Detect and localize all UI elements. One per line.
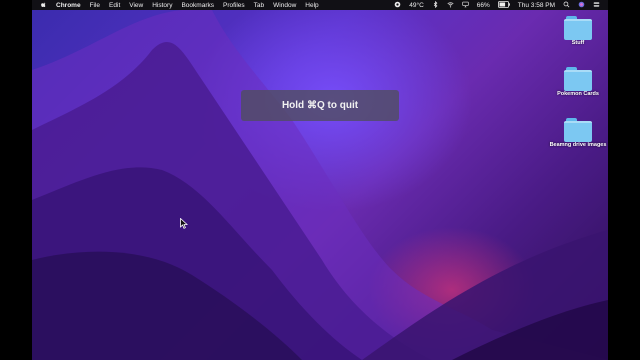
wallpaper-layers	[32, 10, 608, 360]
apple-icon[interactable]	[40, 1, 47, 10]
quit-hud-message: Hold ⌘Q to quit	[281, 100, 359, 111]
menu-view[interactable]: View	[129, 2, 143, 9]
status-circle-icon[interactable]	[394, 1, 401, 10]
menu-tab[interactable]: Tab	[254, 2, 264, 9]
letterbox-left	[0, 0, 32, 360]
folder-icon	[564, 16, 592, 40]
siri-icon[interactable]	[578, 1, 585, 10]
folder-icon	[564, 67, 592, 91]
clock[interactable]: Thu 3:58 PM	[518, 2, 555, 9]
desktop-folder-beamng-drive-images[interactable]: Beamng drive images	[546, 118, 610, 149]
menu-app-name[interactable]: Chrome	[56, 2, 81, 9]
control-center-icon[interactable]	[593, 1, 600, 10]
letterbox-right	[608, 0, 640, 360]
desktop-folder-label: Pokemon Cards	[557, 91, 599, 97]
menu-edit[interactable]: Edit	[109, 2, 120, 9]
bluetooth-icon[interactable]	[432, 0, 439, 10]
desktop-folder-pokemon-cards[interactable]: Pokemon Cards	[546, 67, 610, 98]
menu-bar: Chrome File Edit View History Bookmarks …	[32, 0, 608, 10]
screen: Chrome File Edit View History Bookmarks …	[0, 0, 640, 360]
folder-icon	[564, 118, 592, 142]
menu-history[interactable]: History	[152, 2, 172, 9]
airplay-icon[interactable]	[462, 1, 469, 10]
quit-hud: Hold ⌘Q to quit	[241, 90, 399, 121]
menu-file[interactable]: File	[90, 2, 100, 9]
desktop-wallpaper	[32, 10, 608, 360]
desktop-folder-stuff[interactable]: Stuff	[546, 16, 610, 47]
battery-percentage[interactable]: 66%	[477, 2, 490, 9]
menu-help[interactable]: Help	[305, 2, 318, 9]
menu-profiles[interactable]: Profiles	[223, 2, 245, 9]
desktop-folder-label: Stuff	[571, 40, 585, 46]
menu-bookmarks[interactable]: Bookmarks	[181, 2, 214, 9]
temperature-readout[interactable]: 49°C	[409, 2, 424, 9]
wifi-icon[interactable]	[447, 1, 454, 10]
menu-window[interactable]: Window	[273, 2, 296, 9]
battery-icon[interactable]	[497, 0, 510, 10]
mouse-cursor-icon	[180, 216, 189, 234]
search-icon[interactable]	[563, 1, 570, 10]
desktop-folder-label: Beamng drive images	[549, 142, 607, 148]
